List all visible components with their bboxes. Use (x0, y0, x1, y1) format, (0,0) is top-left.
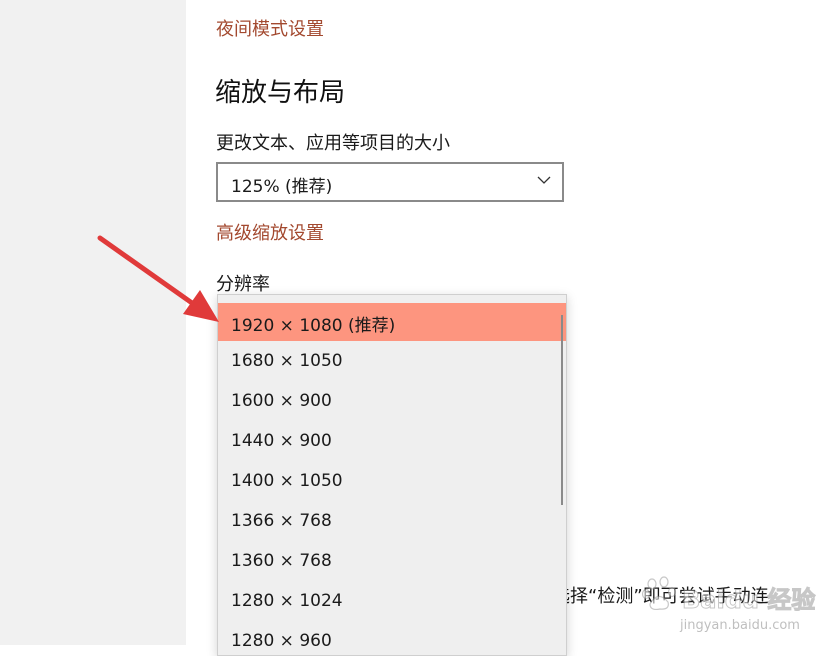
baidu-jingyan-watermark: Baidu 经验 jingyan.baidu.com (640, 568, 835, 642)
resolution-option-1600x900[interactable]: 1600 × 900 (218, 383, 566, 421)
scale-select-value: 125% (推荐) (231, 177, 333, 197)
resolution-dropdown-list[interactable]: 1920 × 1080 (推荐) 1680 × 1050 1600 × 900 … (217, 294, 567, 656)
advanced-scaling-settings-link[interactable]: 高级缩放设置 (216, 219, 324, 245)
resolution-option-1360x768[interactable]: 1360 × 768 (218, 543, 566, 581)
resolution-option-1440x900[interactable]: 1440 × 900 (218, 423, 566, 461)
scale-label: 更改文本、应用等项目的大小 (216, 133, 450, 154)
resolution-option-1280x960[interactable]: 1280 × 960 (218, 623, 566, 655)
resolution-option-label: 1440 × 900 (231, 431, 332, 451)
resolution-option-label: 1400 × 1050 (231, 471, 343, 491)
resolution-label: 分辨率 (216, 274, 270, 295)
resolution-option-1680x1050[interactable]: 1680 × 1050 (218, 343, 566, 381)
watermark-url: jingyan.baidu.com (680, 618, 800, 633)
resolution-option-1400x1050[interactable]: 1400 × 1050 (218, 463, 566, 501)
chevron-down-icon (537, 176, 551, 184)
scale-layout-heading: 缩放与布局 (215, 78, 346, 108)
left-navigation-pane (0, 0, 186, 645)
paw-logo-icon (641, 576, 677, 611)
resolution-option-label: 1600 × 900 (231, 391, 332, 411)
resolution-option-label: 1280 × 1024 (231, 591, 343, 611)
resolution-option-label: 1920 × 1080 (推荐) (231, 316, 396, 336)
resolution-option-label: 1280 × 960 (231, 631, 332, 651)
resolution-option-1280x1024[interactable]: 1280 × 1024 (218, 583, 566, 621)
resolution-option-label: 1366 × 768 (231, 511, 332, 531)
dropdown-scrollbar[interactable] (561, 315, 563, 505)
resolution-option-label: 1680 × 1050 (231, 351, 343, 371)
scale-select[interactable]: 125% (推荐) (216, 162, 564, 202)
resolution-option-1920x1080[interactable]: 1920 × 1080 (推荐) (218, 303, 566, 341)
resolution-option-1366x768[interactable]: 1366 × 768 (218, 503, 566, 541)
night-mode-settings-link[interactable]: 夜间模式设置 (216, 15, 324, 41)
watermark-text: Baidu 经验 (681, 586, 816, 615)
resolution-option-label: 1360 × 768 (231, 551, 332, 571)
